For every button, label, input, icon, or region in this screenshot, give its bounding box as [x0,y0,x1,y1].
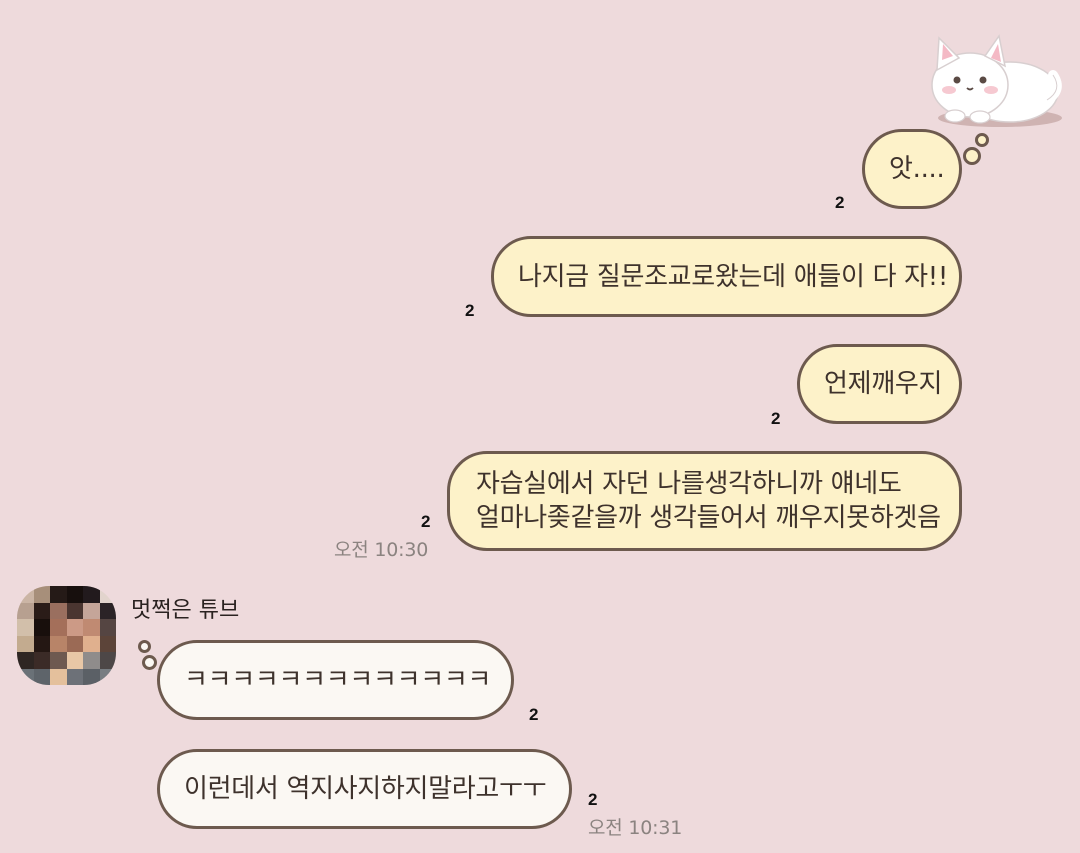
my-message-bubble[interactable]: 나지금 질문조교로왔는데 애들이 다 자!! [491,236,962,317]
my-message-bubble[interactable]: 언제깨우지 [797,344,962,424]
unread-count: 2 [529,705,539,724]
bubble-tail-dot [963,147,981,165]
my-message-bubble[interactable]: 앗.... [862,129,962,209]
message-text: 앗.... [889,154,945,184]
their-message-bubble[interactable]: ㅋㅋㅋㅋㅋㅋㅋㅋㅋㅋㅋㅋㅋ [157,640,514,720]
bubble-tail-dot [975,133,989,147]
their-message-bubble[interactable]: 이런데서 역지사지하지말라고ㅜㅜ [157,749,572,829]
cat-sticker-icon [931,34,1062,127]
message-text: 이런데서 역지사지하지말라고ㅜㅜ [184,774,547,804]
message-text: ㅋㅋㅋㅋㅋㅋㅋㅋㅋㅋㅋㅋㅋ [184,665,492,695]
unread-count: 2 [771,409,781,428]
bubble-tail-dot [142,655,157,670]
unread-count: 2 [421,512,431,531]
message-text-line: 자습실에서 자던 나를생각하니까 얘네도 [476,469,902,499]
message-timestamp: 오전 10:30 [334,539,429,561]
message-text: 나지금 질문조교로왔는데 애들이 다 자!! [518,261,949,292]
message-text: 언제깨우지 [824,369,943,399]
unread-count: 2 [465,301,475,320]
unread-count: 2 [588,790,598,809]
sender-name: 멋쩍은 튜브 [131,598,240,623]
unread-count: 2 [835,193,845,212]
message-text-line: 얼마나좆같을까 생각들어서 깨우지못하겟음 [476,503,941,533]
avatar[interactable] [17,586,116,685]
message-timestamp: 오전 10:31 [588,817,683,839]
bubble-tail-dot [138,640,151,653]
my-message-bubble[interactable]: 자습실에서 자던 나를생각하니까 얘네도 얼마나좆같을까 생각들어서 깨우지못하… [447,451,962,551]
